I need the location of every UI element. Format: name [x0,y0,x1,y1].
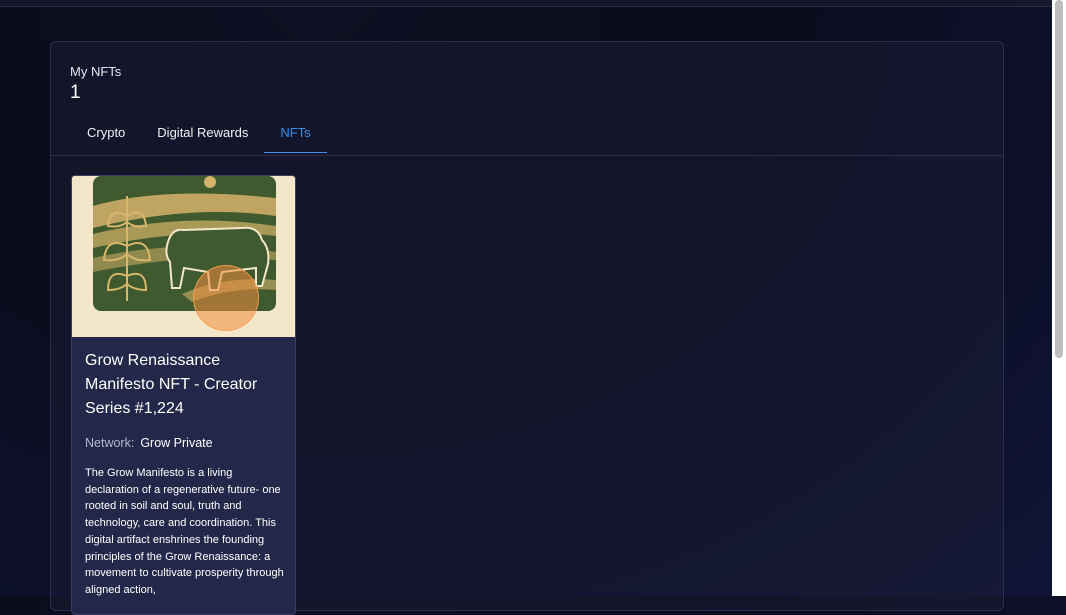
tabs-divider [51,155,1003,156]
nft-title[interactable]: Grow Renaissance Manifesto NFT - Creator… [85,349,285,421]
network-value: Grow Private [140,436,213,450]
page-scrollbar[interactable] [1052,0,1066,596]
nft-network: Network: Grow Private [85,436,213,450]
section-label: My NFTs [70,64,122,79]
cursor-highlight [193,265,259,331]
asset-tabs: Crypto Digital Rewards NFTs [71,115,327,153]
tab-digital-rewards[interactable]: Digital Rewards [141,115,264,153]
scrollbar-thumb[interactable] [1055,0,1063,358]
tab-crypto[interactable]: Crypto [71,115,141,153]
nft-image[interactable] [72,176,295,337]
nft-count: 1 [70,82,81,103]
network-label: Network: [85,436,135,450]
nft-description: The Grow Manifesto is a living declarati… [85,467,284,596]
farm-landscape-illustration-icon [72,176,295,337]
top-bar [0,0,1052,7]
tab-nfts[interactable]: NFTs [264,115,327,153]
nft-panel: My NFTs 1 Crypto Digital Rewards NFTs Gr… [50,41,1004,615]
nft-card[interactable]: Grow Renaissance Manifesto NFT - Creator… [71,175,296,615]
